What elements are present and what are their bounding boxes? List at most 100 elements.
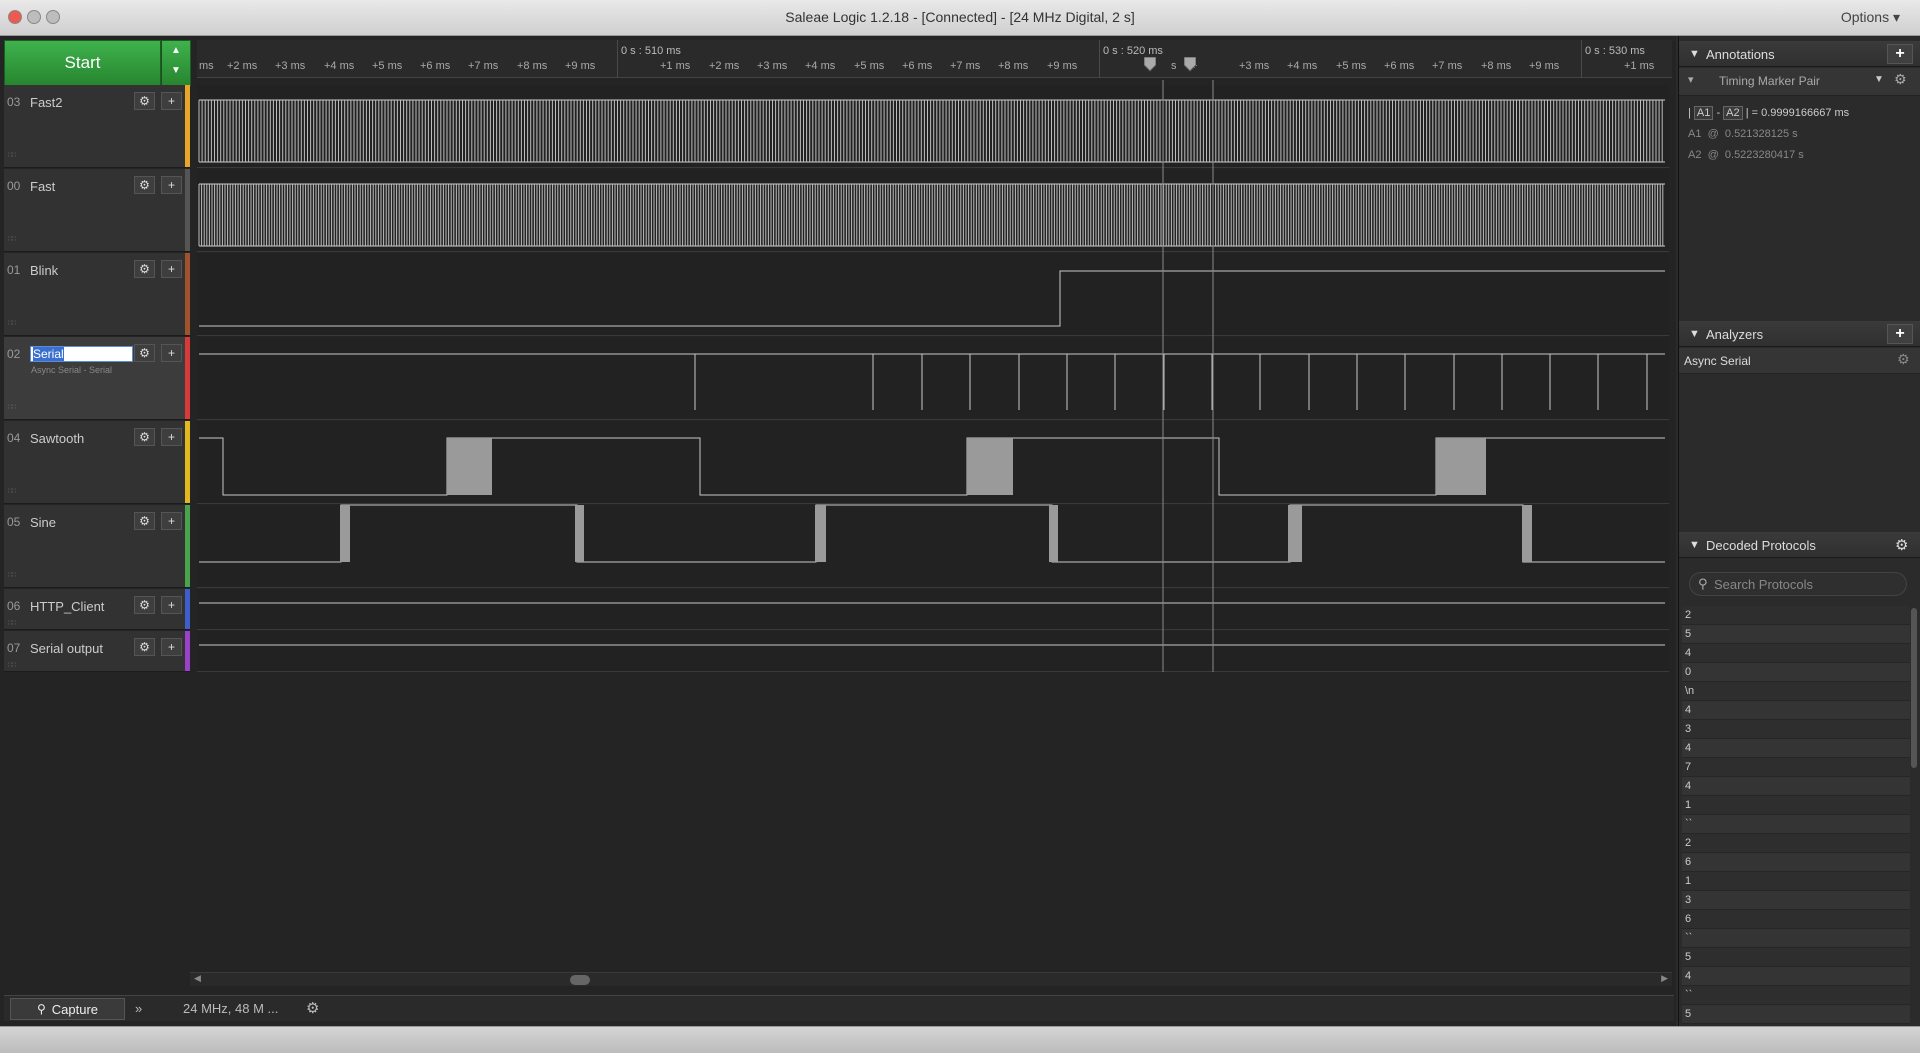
drag-handle-icon[interactable]: ∷∷ bbox=[8, 403, 16, 411]
gear-icon[interactable]: ⚙ bbox=[134, 176, 155, 194]
channel-name[interactable]: Sawtooth bbox=[30, 431, 84, 446]
decoded-protocol-row[interactable]: \n bbox=[1682, 682, 1910, 701]
decoded-protocol-row[interactable]: 5 bbox=[1682, 1005, 1910, 1024]
drag-handle-icon[interactable]: ∷∷ bbox=[8, 571, 16, 579]
timing-marker-a2-icon[interactable] bbox=[1184, 57, 1196, 73]
expand-icon[interactable]: » bbox=[135, 1001, 142, 1016]
gear-icon[interactable]: ⚙ bbox=[134, 512, 155, 530]
ruler-tick-label: +7 ms bbox=[468, 60, 499, 72]
decoded-protocol-row[interactable]: 3 bbox=[1682, 720, 1910, 739]
decoded-protocol-row[interactable]: `` bbox=[1682, 815, 1910, 834]
decoded-protocol-row[interactable]: 5 bbox=[1682, 948, 1910, 967]
add-analyzer-button[interactable]: + bbox=[1887, 324, 1913, 344]
channel-row[interactable]: 01 Blink ⚙ + ∷∷ bbox=[4, 253, 190, 336]
trigger-icon[interactable]: + bbox=[161, 92, 182, 110]
decoded-protocol-row[interactable]: 3 bbox=[1682, 891, 1910, 910]
decoded-protocol-row[interactable]: 1 bbox=[1682, 796, 1910, 815]
bottom-toolbar: ⚲ Capture » 24 MHz, 48 M ... ⚙ bbox=[4, 995, 1674, 1021]
decoded-protocol-row[interactable]: 5 bbox=[1682, 625, 1910, 644]
capture-tab[interactable]: ⚲ Capture bbox=[10, 998, 125, 1020]
add-annotation-button[interactable]: + bbox=[1887, 44, 1913, 64]
timing-marker-pair-row[interactable]: ▾ Timing Marker Pair ▼ ⚙ bbox=[1679, 68, 1920, 96]
decoded-protocol-row[interactable]: 6 bbox=[1682, 910, 1910, 929]
trigger-icon[interactable]: + bbox=[161, 638, 182, 656]
channel-row[interactable]: 00 Fast ⚙ + ∷∷ bbox=[4, 169, 190, 252]
annotations-header[interactable]: ▼ Annotations + bbox=[1679, 41, 1920, 67]
decoded-protocol-row[interactable]: 4 bbox=[1682, 644, 1910, 663]
protocol-search-field[interactable]: ⚲ Search Protocols bbox=[1689, 572, 1907, 596]
trigger-icon[interactable]: + bbox=[161, 260, 182, 278]
trigger-icon[interactable]: + bbox=[161, 344, 182, 362]
channel-row[interactable]: 06 HTTP_Client ⚙ + ∷∷ bbox=[4, 589, 190, 630]
decoded-protocol-row[interactable]: 4 bbox=[1682, 739, 1910, 758]
drag-handle-icon[interactable]: ∷∷ bbox=[8, 487, 16, 495]
decoded-protocols-header[interactable]: ▼ Decoded Protocols ⚙ bbox=[1679, 532, 1920, 558]
channel-row[interactable]: 07 Serial output ⚙ + ∷∷ bbox=[4, 631, 190, 672]
drag-handle-icon[interactable]: ∷∷ bbox=[8, 235, 16, 243]
gear-icon[interactable]: ⚙ bbox=[306, 999, 319, 1017]
channel-row-selected[interactable]: 02 Serial Async Serial - Serial ⚙ + ∷∷ bbox=[4, 337, 190, 420]
channel-name[interactable]: Serial output bbox=[30, 641, 103, 656]
channel-name[interactable]: Blink bbox=[30, 263, 58, 278]
channel-name[interactable]: Fast2 bbox=[30, 95, 63, 110]
decoded-protocol-row[interactable]: 7 bbox=[1682, 758, 1910, 777]
trigger-icon[interactable]: + bbox=[161, 176, 182, 194]
dropdown-arrow-icon[interactable]: ▼ bbox=[1874, 74, 1884, 85]
channel-name[interactable]: HTTP_Client bbox=[30, 599, 104, 614]
gear-icon[interactable]: ⚙ bbox=[134, 638, 155, 656]
decoded-protocol-row[interactable]: `` bbox=[1682, 986, 1910, 1005]
decoded-protocol-row[interactable]: 4 bbox=[1682, 967, 1910, 986]
ruler-tick-label: +7 ms bbox=[950, 60, 981, 72]
decoded-protocol-row[interactable]: 0 bbox=[1682, 663, 1910, 682]
decoded-protocol-row[interactable]: 4 bbox=[1682, 777, 1910, 796]
drag-handle-icon[interactable]: ∷∷ bbox=[8, 619, 16, 627]
channel-name[interactable]: Sine bbox=[30, 515, 56, 530]
options-menu[interactable]: Options ▾ bbox=[1841, 9, 1900, 26]
decoded-protocol-row[interactable]: 4 bbox=[1682, 701, 1910, 720]
gear-icon[interactable]: ⚙ bbox=[1894, 71, 1907, 88]
trigger-icon[interactable]: + bbox=[161, 512, 182, 530]
start-button[interactable]: Start bbox=[4, 40, 161, 86]
sample-rate-label[interactable]: 24 MHz, 48 M ... bbox=[183, 1001, 278, 1016]
collapse-triangle-icon[interactable]: ▼ bbox=[1689, 328, 1700, 340]
timing-marker-a1-icon[interactable] bbox=[1144, 57, 1156, 73]
horizontal-scrollbar[interactable]: ◀ ▶ bbox=[190, 972, 1672, 986]
gear-icon[interactable]: ⚙ bbox=[1895, 536, 1908, 554]
decoded-protocol-row[interactable]: 1 bbox=[1682, 872, 1910, 891]
trigger-icon[interactable]: + bbox=[161, 428, 182, 446]
gear-icon[interactable]: ⚙ bbox=[134, 92, 155, 110]
trigger-icon[interactable]: + bbox=[161, 596, 182, 614]
analyzer-item[interactable]: Async Serial ⚙ bbox=[1679, 348, 1920, 374]
start-options-stepper[interactable]: ▲ ▼ bbox=[161, 40, 191, 86]
analyzers-header[interactable]: ▼ Analyzers + bbox=[1679, 321, 1920, 347]
drag-handle-icon[interactable]: ∷∷ bbox=[8, 319, 16, 327]
channel-row[interactable]: 04 Sawtooth ⚙ + ∷∷ bbox=[4, 421, 190, 504]
drag-handle-icon[interactable]: ∷∷ bbox=[8, 151, 16, 159]
time-ruler[interactable]: 0 s : 510 ms 0 s : 520 ms 0 s : 530 ms m… bbox=[197, 40, 1672, 78]
scroll-right-icon[interactable]: ▶ bbox=[1661, 973, 1668, 984]
scroll-left-icon[interactable]: ◀ bbox=[194, 973, 201, 984]
decoded-protocol-row[interactable]: 2 bbox=[1682, 834, 1910, 853]
chevron-down-icon[interactable]: ▼ bbox=[162, 61, 190, 81]
decoded-protocol-row[interactable]: 6 bbox=[1682, 853, 1910, 872]
channel-name-input[interactable]: Serial bbox=[30, 346, 133, 362]
decoded-protocol-row[interactable]: `` bbox=[1682, 929, 1910, 948]
gear-icon[interactable]: ⚙ bbox=[134, 260, 155, 278]
gear-icon[interactable]: ⚙ bbox=[134, 344, 155, 362]
decoded-list-scrollbar[interactable] bbox=[1911, 608, 1917, 768]
scrollbar-thumb[interactable] bbox=[570, 975, 590, 985]
channel-name[interactable]: Fast bbox=[30, 179, 55, 194]
channel-row[interactable]: 03 Fast2 ⚙ + ∷∷ bbox=[4, 85, 190, 168]
drag-handle-icon[interactable]: ∷∷ bbox=[8, 661, 16, 669]
decoded-protocol-row[interactable]: 2 bbox=[1682, 606, 1910, 625]
gear-icon[interactable]: ⚙ bbox=[1897, 351, 1910, 368]
chevron-up-icon[interactable]: ▲ bbox=[162, 41, 190, 61]
ruler-tick-label: +8 ms bbox=[517, 60, 548, 72]
collapse-triangle-icon[interactable]: ▼ bbox=[1689, 48, 1700, 60]
collapse-triangle-icon[interactable]: ▼ bbox=[1689, 539, 1700, 551]
gear-icon[interactable]: ⚙ bbox=[134, 428, 155, 446]
gear-icon[interactable]: ⚙ bbox=[134, 596, 155, 614]
waveform-area[interactable] bbox=[197, 80, 1669, 672]
channel-row[interactable]: 05 Sine ⚙ + ∷∷ bbox=[4, 505, 190, 588]
decoded-protocols-list[interactable]: 2 5 4 0 \n 4 3 4 7 4 1 `` 2 6 1 3 6 `` 5 4 `` 5 bbox=[1679, 606, 1920, 1026]
